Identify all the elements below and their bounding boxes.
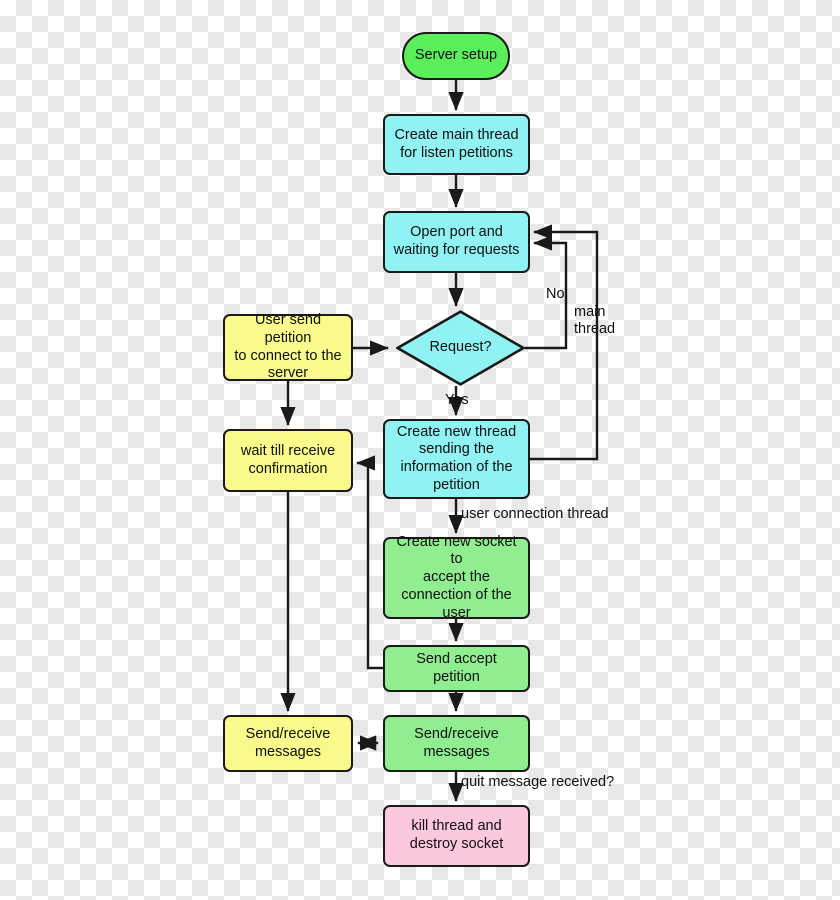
edge-new-thread-main-loop — [530, 224, 599, 461]
edge-label-user-connection-thread: user connection thread — [461, 506, 609, 522]
node-create-main-thread[interactable]: Create main thread for listen petitions — [383, 114, 530, 175]
node-label: Request? — [429, 339, 492, 356]
node-request-decision[interactable]: Request? — [396, 310, 525, 386]
node-label: Send accept petition — [416, 650, 497, 685]
node-create-new-thread[interactable]: Create new thread sending the informatio… — [383, 419, 530, 499]
edge-label-no: No — [546, 286, 565, 302]
node-user-send-receive-messages[interactable]: Send/receive messages — [223, 715, 353, 772]
node-label: kill thread and destroy socket — [409, 818, 504, 852]
node-wait-confirmation[interactable]: wait till receive confirmation — [223, 429, 353, 492]
node-label: Send/receive messages — [245, 725, 331, 760]
node-send-accept-petition[interactable]: Send accept petition — [383, 645, 530, 692]
node-label: Send/receive messages — [414, 725, 499, 760]
node-label: Create main thread for listen petitions — [394, 126, 519, 161]
node-create-new-socket[interactable]: Create new socket to accept the connecti… — [383, 533, 530, 621]
node-label: Server setup — [414, 47, 498, 64]
node-label: Create new thread sending the informatio… — [396, 423, 517, 493]
node-server-send-receive-messages[interactable]: Send/receive messages — [383, 715, 530, 772]
edge-accept-to-wait — [356, 455, 383, 670]
node-label: wait till receive confirmation — [240, 442, 336, 477]
edge-label-yes: Yes — [445, 392, 469, 408]
edge-label-main-thread: main thread — [574, 304, 616, 338]
node-label: Open port and waiting for requests — [393, 224, 520, 258]
node-label: Create new socket to accept the connecti… — [396, 533, 517, 621]
node-open-port[interactable]: Open port and waiting for requests — [383, 211, 530, 273]
flowchart-diagram: Server setup Create main thread for list… — [0, 0, 840, 900]
node-label: User send petition to connect to the ser… — [234, 312, 342, 382]
edge-label-quit-message-received: quit message received? — [461, 774, 615, 790]
node-kill-thread[interactable]: kill thread and destroy socket — [383, 805, 530, 867]
node-server-setup[interactable]: Server setup — [402, 32, 510, 80]
node-user-send-petition[interactable]: User send petition to connect to the ser… — [223, 312, 353, 382]
